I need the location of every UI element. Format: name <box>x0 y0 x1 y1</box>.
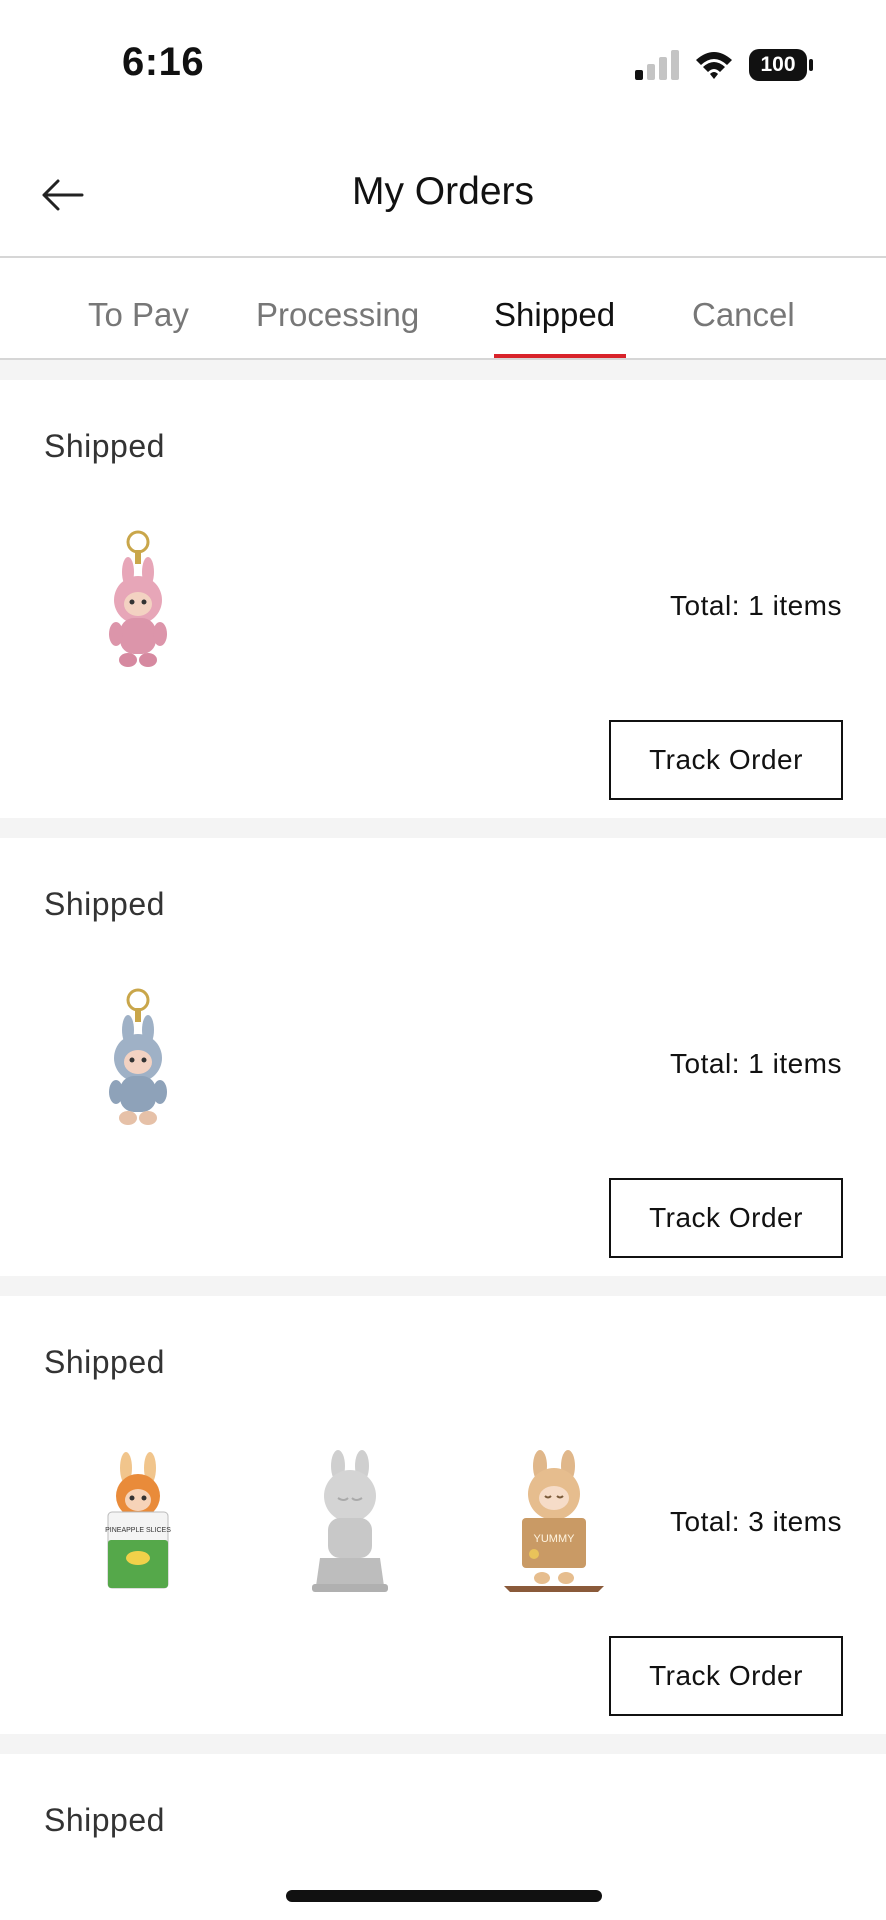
blue-bunny-keychain-image <box>109 988 167 1125</box>
track-order-button[interactable]: Track Order <box>609 1636 843 1716</box>
active-tab-indicator <box>494 354 626 358</box>
yummy-sign-text: YUMMY <box>534 1533 576 1545</box>
tab-shipped[interactable]: Shipped <box>494 296 615 334</box>
app-header: My Orders <box>0 130 886 258</box>
battery-icon: 100 <box>748 48 814 82</box>
tab-to-pay[interactable]: To Pay <box>88 296 189 334</box>
order-total: Total: 1 items <box>670 1048 842 1079</box>
gray-figure-image <box>312 1450 388 1592</box>
wifi-icon <box>696 52 732 79</box>
order-status: Shipped <box>44 1802 165 1838</box>
pineapple-can-figure-image: PINEAPPLE SLICES <box>105 1452 171 1589</box>
order-total: Total: 1 items <box>670 590 842 621</box>
signal-icon <box>635 50 679 80</box>
page-title: My Orders <box>351 170 534 213</box>
status-time: 6:16 <box>122 40 205 84</box>
status-bar: 6:16 100 <box>0 0 886 130</box>
order-status: Shipped <box>44 886 165 922</box>
pink-bunny-keychain-image <box>109 530 167 667</box>
tab-processing[interactable]: Processing <box>256 296 419 334</box>
order-status: Shipped <box>44 1344 165 1380</box>
track-order-button[interactable]: Track Order <box>609 1178 843 1258</box>
order-tabs: To Pay Processing Shipped Cancel <box>0 258 886 360</box>
order-card[interactable]: Shipped Total: 1 items Track Order <box>0 838 886 1276</box>
yummy-figure-image: YUMMY <box>504 1450 604 1592</box>
order-card[interactable]: Shipped Total: 1 items Track Order <box>0 380 886 818</box>
order-card[interactable]: Shipped PINEAPPLE SLICES YUMMY Total: 3 … <box>0 1296 886 1734</box>
track-order-button[interactable]: Track Order <box>609 720 843 800</box>
can-label-text: PINEAPPLE SLICES <box>105 1527 171 1534</box>
order-total: Total: 3 items <box>670 1506 842 1537</box>
home-indicator <box>286 1890 602 1902</box>
battery-level: 100 <box>760 53 796 76</box>
tab-cancel[interactable]: Cancel <box>692 296 795 334</box>
order-status: Shipped <box>44 428 165 464</box>
